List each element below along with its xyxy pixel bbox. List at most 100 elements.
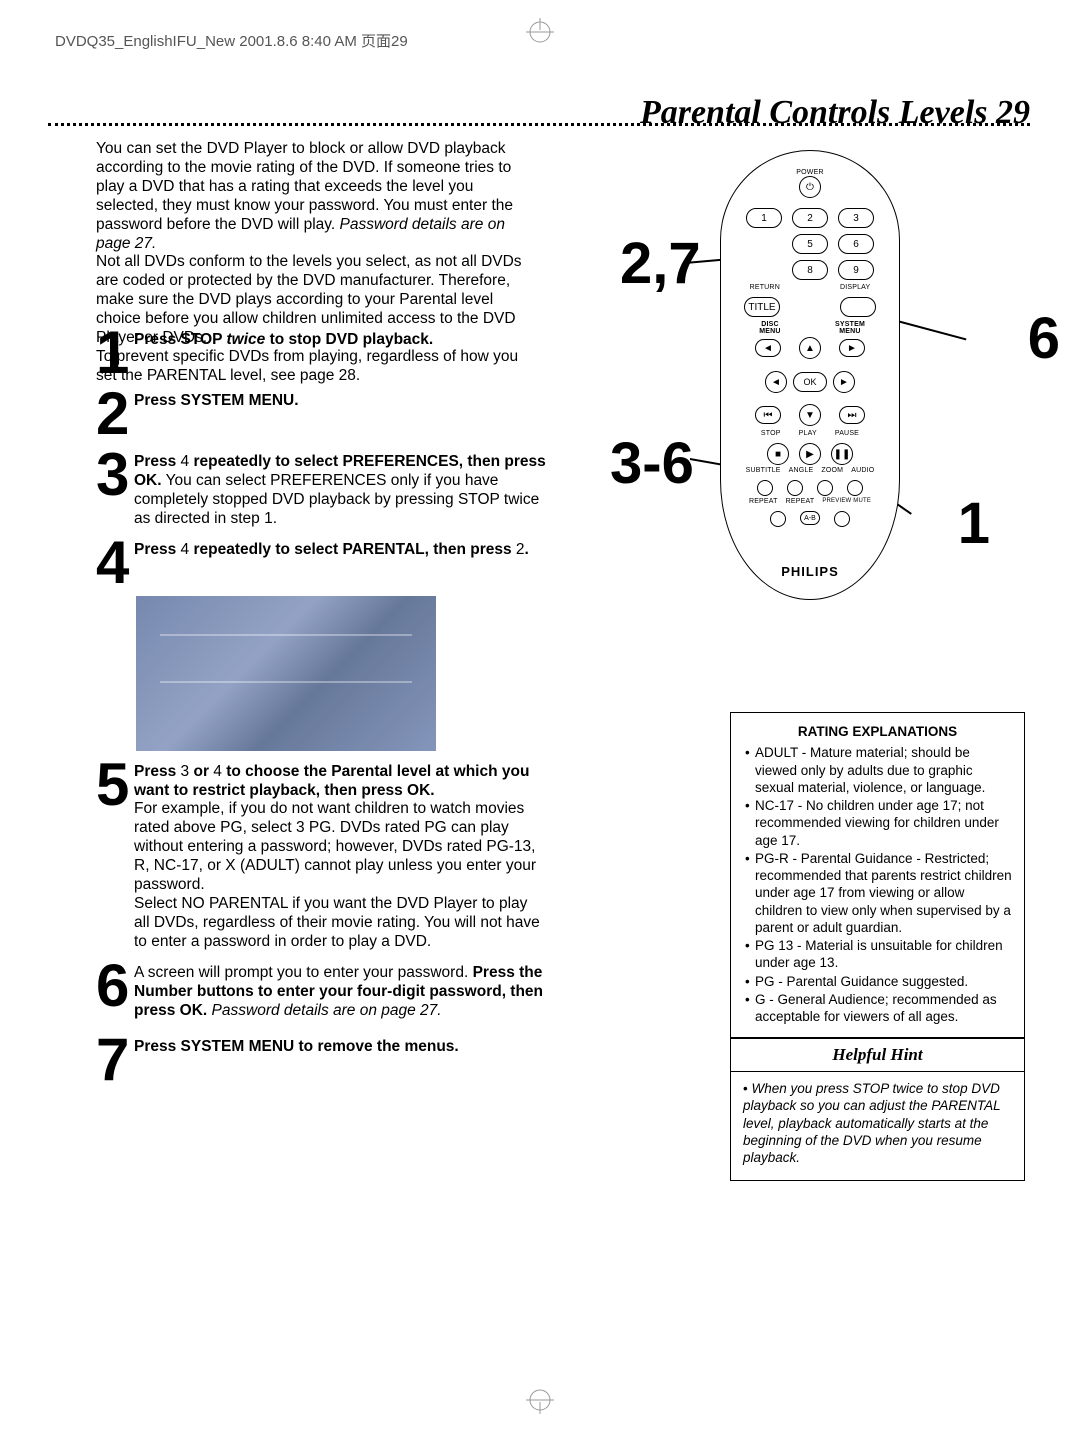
title-button: TITLE (744, 297, 780, 317)
rating-item: ADULT - Mature material; should be viewe… (743, 744, 1012, 796)
step1-a: Press STOP (134, 331, 227, 348)
s5a: Press (134, 763, 181, 780)
s4c: . (525, 541, 529, 558)
s7a: Press SYSTEM MENU to remove the menus. (134, 1038, 459, 1055)
s4b: repeatedly to select PARENTAL, then pres… (189, 541, 516, 558)
steps-list: 1 Press STOP twice to stop DVD playback.… (96, 327, 546, 1093)
step1-b: to stop DVD playback. (265, 331, 433, 348)
power-label: POWER (796, 169, 823, 176)
key-8: 8 (792, 260, 828, 280)
down-button: ▼ (799, 404, 821, 426)
mute-button (834, 511, 850, 527)
s3k1: 4 (181, 453, 190, 470)
ok-button: OK (793, 372, 827, 392)
s3a: Press (134, 453, 181, 470)
step2-a: Press SYSTEM MENU. (134, 392, 299, 409)
step-2: 2 Press SYSTEM MENU. (96, 388, 546, 439)
up-button: ▲ (799, 337, 821, 359)
nav-cluster: ◄ ► ▲ ◄ ► OK ▼ ⏮ ⏭ (755, 339, 865, 424)
key-3: 3 (838, 208, 874, 228)
repeat-label: REPEAT (749, 498, 778, 505)
remote-illustration: 2,7 3-6 6 1 POWER ⏻ 1 2 3 5 6 8 9 (660, 150, 1020, 600)
preview-mute-label: PREVIEW MUTE (822, 498, 871, 505)
repeat-button (770, 511, 786, 527)
key-6: 6 (838, 234, 874, 254)
pause-button: ❚❚ (831, 443, 853, 465)
rating-list: ADULT - Mature material; should be viewe… (743, 744, 1012, 1025)
title-rule (48, 123, 1030, 126)
s4a: Press (134, 541, 181, 558)
display-label: DISPLAY (840, 284, 870, 291)
ab-button: A-B (800, 511, 820, 525)
next-button: ⏭ (839, 406, 865, 424)
zoom-label: ZOOM (821, 467, 843, 474)
disc-menu-label: DISCMENU (750, 321, 790, 335)
s5p1: For example, if you do not want children… (134, 800, 536, 893)
s4k1: 4 (181, 541, 190, 558)
hint-title: Helpful Hint (731, 1039, 1024, 1072)
zoom-button (817, 480, 833, 496)
rating-item: PG-R - Parental Guidance - Restricted; r… (743, 850, 1012, 936)
helpful-hint-box: Helpful Hint When you press STOP twice t… (730, 1038, 1025, 1181)
rating-item: PG - Parental Guidance suggested. (743, 973, 1012, 990)
play-button: ▶ (799, 443, 821, 465)
key-1: 1 (746, 208, 782, 228)
disc-menu-button: ◄ (755, 339, 781, 357)
left-button: ◄ (765, 371, 787, 393)
step-6: 6 A screen will prompt you to enter your… (96, 960, 546, 1021)
step-num-1: 1 (96, 327, 134, 378)
callout-36: 3-6 (610, 430, 694, 497)
stop-button: ■ (767, 443, 789, 465)
s4k2: 2 (516, 541, 525, 558)
step-num-4: 4 (96, 537, 134, 588)
key-5: 5 (792, 234, 828, 254)
s5k2: 4 (213, 763, 222, 780)
crop-mark-bottom (526, 1386, 554, 1419)
step1-i: twice (227, 331, 266, 348)
play-label: PLAY (799, 430, 817, 437)
hint-body: When you press STOP twice to stop DVD pl… (731, 1072, 1024, 1180)
step-num-6: 6 (96, 960, 134, 1021)
subtitle-button (757, 480, 773, 496)
rating-item: G - General Audience; recommended as acc… (743, 991, 1012, 1026)
step-4: 4 Press 4 repeatedly to select PARENTAL,… (96, 537, 546, 588)
rating-title: RATING EXPLANATIONS (743, 723, 1012, 740)
pause-label: PAUSE (835, 430, 859, 437)
system-menu-label: SYSTEMMENU (830, 321, 870, 335)
stop-label: STOP (761, 430, 781, 437)
subtitle-label: SUBTITLE (746, 467, 781, 474)
audio-button (847, 480, 863, 496)
callout-6: 6 (1028, 305, 1060, 372)
step-num-5: 5 (96, 759, 134, 952)
audio-label: AUDIO (851, 467, 874, 474)
page-title: Parental Controls Levels 29 (640, 94, 1030, 132)
step-3: 3 Press 4 repeatedly to select PREFERENC… (96, 449, 546, 529)
repeat2-label: REPEAT (786, 498, 815, 505)
right-button: ► (833, 371, 855, 393)
return-label: RETURN (750, 284, 780, 291)
s6i: Password details are on page 27. (207, 1002, 441, 1019)
rating-item: NC-17 - No children under age 17; not re… (743, 797, 1012, 849)
rating-item: PG 13 - Material is unsuitable for child… (743, 937, 1012, 972)
step-num-7: 7 (96, 1034, 134, 1085)
step-1: 1 Press STOP twice to stop DVD playback. (96, 327, 546, 378)
power-button: ⏻ (799, 176, 821, 198)
callout-1: 1 (958, 490, 990, 557)
remote-outline: POWER ⏻ 1 2 3 5 6 8 9 RETURN DISPLAY (720, 150, 900, 600)
crop-mark-top (526, 18, 554, 51)
remote-brand: PHILIPS (781, 564, 839, 579)
callout-27: 2,7 (620, 230, 701, 297)
key-2: 2 (792, 208, 828, 228)
system-menu-button: ► (839, 339, 865, 357)
step-num-2: 2 (96, 388, 134, 439)
prev-button: ⏮ (755, 406, 781, 424)
key-9: 9 (838, 260, 874, 280)
step-7: 7 Press SYSTEM MENU to remove the menus. (96, 1034, 546, 1085)
s5k1: 3 (181, 763, 190, 780)
s6a: A screen will prompt you to enter your p… (134, 964, 473, 981)
menu-screenshot (136, 596, 436, 751)
s5or: or (189, 763, 213, 780)
angle-button (787, 480, 803, 496)
angle-label: ANGLE (789, 467, 814, 474)
doc-header-meta: DVDQ35_EnglishIFU_New 2001.8.6 8:40 AM 页… (55, 30, 408, 51)
